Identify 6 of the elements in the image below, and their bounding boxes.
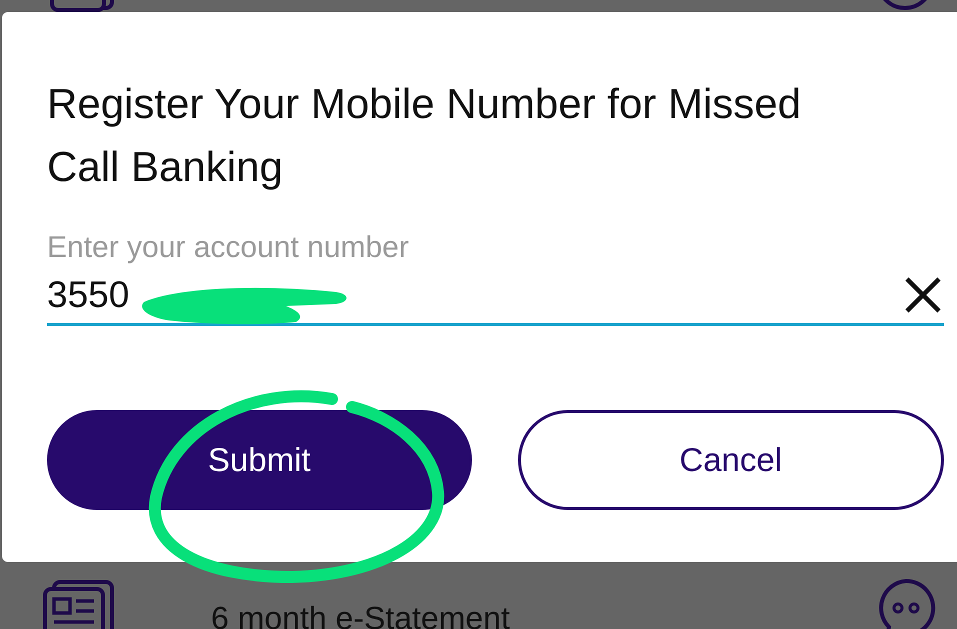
cancel-button[interactable]: Cancel <box>518 410 944 510</box>
clear-icon[interactable] <box>904 276 942 314</box>
field-label: Enter your account number <box>47 230 410 266</box>
menu-item-label: 6 month e-Statement <box>211 599 510 629</box>
submit-button[interactable]: Submit <box>47 410 472 510</box>
dialog-title: Register Your Mobile Number for Missed Call Banking <box>47 79 802 192</box>
